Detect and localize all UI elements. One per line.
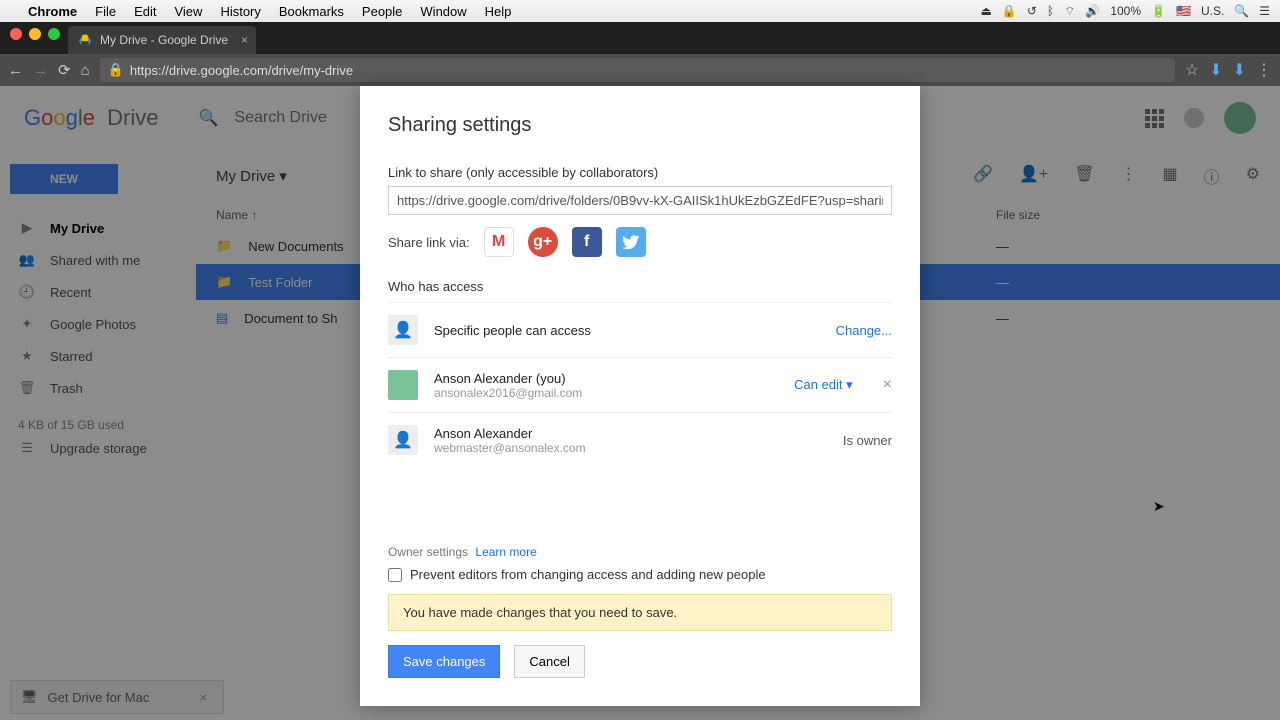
browser-tab[interactable]: My Drive - Google Drive × (68, 26, 256, 54)
back-icon[interactable]: ← (8, 62, 23, 79)
twitter-icon[interactable] (616, 227, 646, 257)
checkbox-label: Prevent editors from changing access and… (410, 567, 766, 582)
chrome-tabstrip: My Drive - Google Drive × (0, 22, 1280, 54)
access-general-label: Specific people can access (434, 323, 820, 338)
active-app[interactable]: Chrome (28, 4, 77, 19)
chrome-toolbar: ← → ⟳ ⌂ 🔒 https://drive.google.com/drive… (0, 54, 1280, 86)
mac-menubar: Chrome File Edit View History Bookmarks … (0, 0, 1280, 22)
lock-icon[interactable]: 🔒 (1002, 4, 1017, 18)
access-general-row: 👤 Specific people can access Change... (388, 302, 892, 357)
unsaved-changes-toast: You have made changes that you need to s… (388, 594, 892, 631)
tab-title: My Drive - Google Drive (100, 33, 228, 47)
person-email: ansonalex2016@gmail.com (434, 386, 778, 400)
address-bar[interactable]: 🔒 https://drive.google.com/drive/my-driv… (100, 58, 1175, 82)
sharing-settings-modal: Sharing settings Link to share (only acc… (360, 86, 920, 706)
menu-view[interactable]: View (174, 4, 202, 19)
menu-file[interactable]: File (95, 4, 116, 19)
share-link-input[interactable] (388, 186, 892, 215)
modal-title: Sharing settings (388, 114, 892, 137)
avatar-icon (388, 370, 418, 400)
googleplus-icon[interactable]: g+ (528, 227, 558, 257)
link-label: Link to share (only accessible by collab… (388, 165, 892, 180)
wifi-icon[interactable]: ⌔ (1064, 4, 1075, 19)
share-via-label: Share link via: (388, 235, 470, 250)
permission-label: Is owner (843, 433, 892, 448)
share-via-row: Share link via: M g+ f (388, 227, 892, 257)
bluetooth-icon[interactable]: ᛒ (1047, 4, 1054, 18)
flag-icon[interactable]: 🇺🇸 (1176, 4, 1191, 18)
minimize-window[interactable] (29, 28, 41, 40)
person-name: Anson Alexander (434, 426, 827, 441)
owner-settings-line: Owner settings Learn more (388, 545, 892, 559)
reload-icon[interactable]: ⟳ (58, 61, 71, 79)
access-person-row: 👤 Anson Alexander webmaster@ansonalex.co… (388, 412, 892, 467)
person-icon: 👤 (388, 315, 418, 345)
learn-more-link[interactable]: Learn more (475, 545, 536, 559)
zoom-window[interactable] (48, 28, 60, 40)
volume-icon[interactable]: 🔊 (1085, 4, 1100, 18)
person-name: Anson Alexander (you) (434, 371, 778, 386)
battery-percent: 100% (1110, 4, 1141, 18)
cancel-button[interactable]: Cancel (514, 645, 584, 678)
facebook-icon[interactable]: f (572, 227, 602, 257)
close-window[interactable] (10, 28, 22, 40)
secure-lock-icon: 🔒 (108, 62, 124, 78)
checkbox-input[interactable] (388, 568, 402, 582)
menu-people[interactable]: People (362, 4, 402, 19)
change-access-link[interactable]: Change... (836, 323, 892, 338)
close-tab-icon[interactable]: × (241, 33, 248, 47)
menu-edit[interactable]: Edit (134, 4, 156, 19)
download-icon[interactable]: ⬇ (1209, 60, 1222, 80)
save-changes-button[interactable]: Save changes (388, 645, 500, 678)
menu-icon[interactable]: ☰ (1259, 4, 1270, 18)
menu-history[interactable]: History (220, 4, 260, 19)
drive-favicon-icon (78, 33, 92, 47)
remove-person-icon[interactable]: × (883, 376, 892, 394)
prevent-editors-checkbox[interactable]: Prevent editors from changing access and… (388, 567, 892, 582)
chrome-menu-icon[interactable]: ⋮ (1256, 60, 1272, 80)
menu-window[interactable]: Window (420, 4, 466, 19)
download-icon-2[interactable]: ⬇ (1233, 60, 1246, 80)
who-has-access-title: Who has access (388, 279, 892, 294)
menu-help[interactable]: Help (485, 4, 512, 19)
home-icon[interactable]: ⌂ (81, 62, 90, 79)
forward-icon[interactable]: → (33, 62, 48, 79)
url-text: https://drive.google.com/drive/my-drive (130, 63, 353, 78)
spotlight-icon[interactable]: 🔍 (1234, 4, 1249, 18)
access-person-row: Anson Alexander (you) ansonalex2016@gmai… (388, 357, 892, 412)
input-locale: U.S. (1201, 4, 1224, 18)
system-tray: ⏏ 🔒 ↺ ᛒ ⌔ 🔊 100% 🔋 🇺🇸 U.S. 🔍 ☰ (981, 4, 1270, 19)
battery-icon[interactable]: 🔋 (1151, 4, 1166, 18)
person-email: webmaster@ansonalex.com (434, 441, 827, 455)
permission-dropdown[interactable]: Can edit ▾ (794, 377, 853, 393)
person-icon: 👤 (388, 425, 418, 455)
airplay-icon[interactable]: ⏏ (981, 4, 992, 18)
window-controls (6, 28, 68, 48)
drive-page: Google Drive 🔍 Search Drive NEW ▶My Driv… (0, 86, 1280, 720)
gmail-icon[interactable]: M (484, 227, 514, 257)
star-icon[interactable]: ☆ (1185, 60, 1199, 80)
menu-bookmarks[interactable]: Bookmarks (279, 4, 344, 19)
timemachine-icon[interactable]: ↺ (1027, 4, 1037, 18)
